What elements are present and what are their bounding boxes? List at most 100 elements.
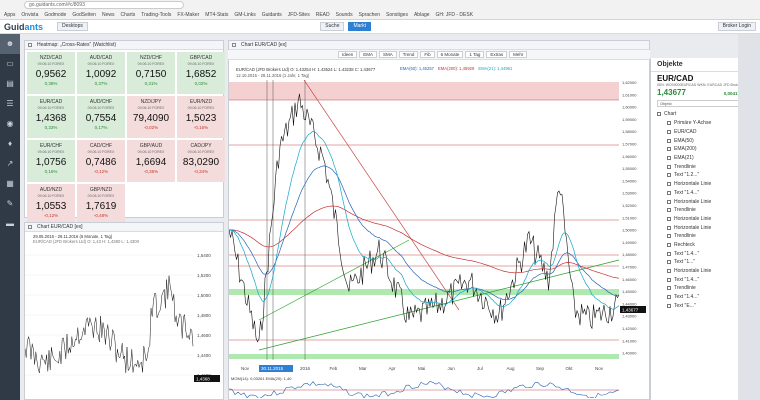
chart-icon[interactable]: ▤ [0,74,20,94]
chart-tool-6[interactable]: 1 Tag [465,51,485,58]
main-chart-header[interactable]: Chart EUR/CAD [ex] [229,41,649,50]
bookmark-4[interactable]: News [102,12,115,18]
folder-icon[interactable]: ▬ [0,214,20,234]
bookmark-2[interactable]: Godmode [44,12,66,18]
indicator-legend: EMA(50): 1,45257 EMA(200): 1,45929 EMA(21)… [400,66,512,71]
heatmap-tile[interactable]: NZD/JPY 09.06.10 FOREX 79,4090 -0,02% [127,96,175,138]
bookmark-17[interactable]: GH: JFD - DESK [436,12,474,18]
heatmap-tile[interactable]: CAD/CHF 09.06.10 FOREX 0,7486 -0,12% [77,140,125,182]
x-tick-label: Aug [507,366,516,371]
object-icon [667,121,671,126]
heatmap-tile[interactable]: EUR/NZD 09.06.10 FOREX 1,5023 -0,16% [177,96,225,138]
heatmap-tile[interactable]: GBP/NZD 09.06.10 FOREX 1,7619 -0,48% [77,184,125,226]
y-tick-label: 1,48000 [622,252,637,257]
heatmap-tile[interactable]: GBP/CAD 09.06.10 FOREX 1,6852 0,02% [177,52,225,94]
bookmark-0[interactable]: Apps [4,12,15,18]
chart-tool-8[interactable]: Mehr [509,51,528,58]
heatmap-tile[interactable]: NZD/CHF 09.06.10 FOREX 0,7150 0,31% [127,52,175,94]
bookmark-5[interactable]: Charts [120,12,135,18]
tile-change: -0,48% [93,213,109,218]
heatmap-tile[interactable]: NZD/CAD 09.06.10 FOREX 0,9562 0,38% [27,52,75,94]
bookmark-1[interactable]: Onvista [21,12,38,18]
chart-tool-3[interactable]: Trend [398,51,419,58]
tile-value: 1,0756 [35,157,67,168]
note-icon[interactable]: ✎ [0,194,20,214]
guidants-logo[interactable]: Guidants [4,22,43,32]
heatmap-tile[interactable]: AUD/NZD 09.06.10 FOREX 1,0553 -0,12% [27,184,75,226]
bookmark-3[interactable]: GodSeiten [72,12,96,18]
browser-chrome: go.guidants.com/#c/8093 Apps Onvista Godmo… [0,0,760,20]
tile-pair: NZD/CAD [39,55,63,61]
tile-date: 09.06.10 FOREX [87,62,115,66]
chart-tool-5[interactable]: 6 Monate [436,51,464,58]
bookmark-12[interactable]: READ [316,12,330,18]
heatmap-tile[interactable]: EUR/CAD 09.06.10 FOREX 1,4368 0,33% [27,96,75,138]
small-chart-ohlc: EUR/CAD (JFD Brokers Ltd) O: 1,43 H: 1,4… [33,239,139,244]
heatmap-tile[interactable]: AUD/CHF 09.06.10 FOREX 0,7554 0,17% [77,96,125,138]
trend-icon[interactable]: ↗ [0,154,20,174]
tile-change: -0,12% [43,213,59,218]
heatmap-tile[interactable]: AUD/CAD 09.06.10 FOREX 1,0092 0,37% [77,52,125,94]
heatmap-grid: NZD/CAD 09.06.10 FOREX 0,9562 0,38% AUD/CAD 0… [25,50,225,228]
bookmark-11[interactable]: JFD-Sites [288,12,310,18]
y-tick-label: 1,60000 [622,105,637,110]
tile-change: -0,16% [193,125,209,130]
object-icon [667,225,671,230]
avatar[interactable]: ☻ [0,34,20,54]
x-tick-label: Sep [536,366,545,371]
address-bar[interactable]: go.guidants.com/#c/8093 [24,1,184,9]
collapse-icon[interactable] [657,112,661,116]
y-tick-label: 1,56000 [622,154,637,159]
bookmark-13[interactable]: Sounds [336,12,353,18]
tile-pair: GBP/CAD [189,55,213,61]
bookmark-9[interactable]: GM-Links [234,12,255,18]
small-chart-header[interactable]: Chart EUR/CAD [ex] [25,223,223,232]
list-icon[interactable]: ☰ [0,94,20,114]
tile-pair: GBP/NZD [89,187,113,193]
small-chart-panel: Chart EUR/CAD [ex] 29.05.2016 - 28.11.20… [24,222,224,400]
tile-change: -0,12% [93,169,109,174]
broker-login-button[interactable]: Broker Login [717,22,756,31]
object-icon [667,303,671,308]
heatmap-tile[interactable]: GBP/AUD 09.06.10 FOREX 1,6694 -0,35% [127,140,175,182]
main-price-chart[interactable]: 1,62000 1,61000 1,60000 1,59000 1,58000 1,570… [229,80,649,398]
tree-item-label: Horizontale Linie [674,198,712,205]
bookmark-14[interactable]: Sprachen [359,12,380,18]
tile-date: 09.06.10 FOREX [137,106,165,110]
bookmark-16[interactable]: Ablage [414,12,430,18]
chart-tool-7[interactable]: Extras [486,51,508,58]
right-scroll-strip[interactable] [738,34,760,400]
desktop-icon[interactable]: ▭ [0,54,20,74]
heatmap-header[interactable]: Heatmap: „Cross-Rates“ (Watchlist) [25,41,223,50]
market-button[interactable]: Markt [348,22,371,31]
tile-date: 09.06.10 FOREX [137,62,165,66]
heatmap-tile[interactable]: CAD/JPY 09.06.10 FOREX 83,0290 -0,34% [177,140,225,182]
tile-value: 0,7150 [135,69,167,80]
small-price-tag: 1,4368 [196,377,210,382]
y-tick-label: 1,57000 [622,142,637,147]
chart-tool-1[interactable]: EMA [359,51,378,58]
small-y-tick: 1,5000 [197,293,211,298]
tree-item-label: Text "1.4..." [674,189,700,196]
bookmark-8[interactable]: MT4-Stats [205,12,228,18]
x-tick-label: 2016 [300,366,311,371]
chart-tool-0[interactable]: Ideen [338,51,358,58]
bookmark-6[interactable]: Trading-Tools [141,12,171,18]
bell-icon[interactable]: ♦ [0,134,20,154]
bookmark-15[interactable]: Sonstiges [386,12,408,18]
small-price-chart[interactable]: 1,54001,52001,50001,48001,46001,44001,42… [25,249,223,399]
eye-icon[interactable]: ◉ [0,114,20,134]
y-tick-label: 1,52000 [622,203,637,208]
search-button[interactable]: Suche [320,22,345,31]
grid-icon[interactable]: ▦ [0,174,20,194]
heatmap-panel: Heatmap: „Cross-Rates“ (Watchlist) NZD/C… [24,40,225,226]
object-icon [667,277,671,282]
bookmark-10[interactable]: Guidants [262,12,282,18]
desktops-button[interactable]: Desktops [57,22,88,31]
chart-range: 12.10.2015 - 28.11.2016 (1 Jahr, 1 Tag) [236,73,310,78]
chart-tool-4[interactable]: Fib [420,51,435,58]
bookmark-7[interactable]: FX-Maker [177,12,199,18]
heatmap-tile[interactable]: EUR/CHF 09.06.10 FOREX 1,0756 0,16% [27,140,75,182]
object-icon [667,260,671,265]
chart-tool-2[interactable]: SMA [379,51,397,58]
